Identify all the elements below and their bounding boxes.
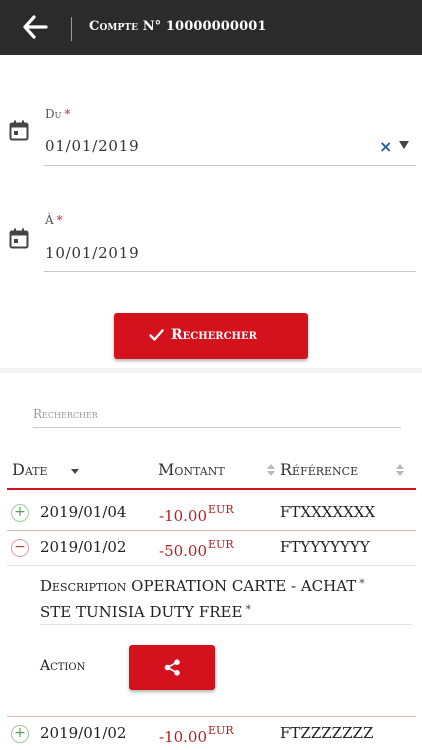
row-detail-description: Description OPERATION CARTE - ACHAT * STE… bbox=[40, 572, 412, 624]
collapse-icon[interactable]: − bbox=[11, 539, 29, 557]
row-reference: FTZZZZZZZ bbox=[280, 724, 374, 742]
row-reference: FTXXXXXXX bbox=[280, 503, 376, 521]
dropdown-caret-icon[interactable] bbox=[399, 141, 409, 149]
amount-currency: EUR bbox=[208, 538, 234, 551]
row-amount: -10.00EUR bbox=[159, 503, 234, 525]
share-icon bbox=[164, 659, 180, 676]
action-label: Action bbox=[40, 658, 86, 674]
back-arrow-icon[interactable] bbox=[22, 14, 48, 40]
from-date-field[interactable]: 01/01/2019 bbox=[45, 137, 139, 155]
row-amount: -10.00EUR bbox=[159, 724, 234, 746]
to-date-label: À * bbox=[45, 213, 63, 227]
column-header-amount[interactable]: Montant bbox=[158, 460, 225, 479]
row-reference: FTYYYYYYY bbox=[280, 538, 370, 556]
description-mark-2: * bbox=[245, 603, 251, 616]
row-amount: -50.00EUR bbox=[159, 538, 234, 560]
row-date: 2019/01/04 bbox=[40, 503, 127, 521]
description-mark: * bbox=[359, 577, 365, 590]
amount-value: -10.00 bbox=[159, 728, 208, 746]
from-label-text: Du bbox=[45, 107, 62, 121]
amount-currency: EUR bbox=[208, 503, 234, 516]
expand-icon[interactable]: + bbox=[11, 504, 29, 522]
to-label-text: À bbox=[45, 213, 54, 227]
table-row[interactable]: + 2019/01/02 -10.00EUR FTZZZZZZZ bbox=[0, 717, 422, 750]
column-header-date[interactable]: Date bbox=[12, 460, 48, 479]
from-date-label: Du * bbox=[45, 107, 70, 121]
top-app-bar: Compte N° 10000000001 bbox=[0, 0, 422, 55]
sort-icon[interactable] bbox=[396, 464, 404, 476]
amount-value: -50.00 bbox=[159, 542, 208, 560]
description-value: OPERATION CARTE - ACHAT bbox=[131, 577, 357, 595]
column-header-reference[interactable]: Référence bbox=[280, 460, 358, 479]
share-button[interactable] bbox=[129, 645, 215, 690]
section-divider bbox=[0, 368, 422, 373]
to-date-underline bbox=[44, 271, 416, 272]
table-row[interactable]: − 2019/01/02 -50.00EUR FTYYYYYYY bbox=[0, 531, 422, 565]
filter-underline bbox=[33, 427, 401, 428]
detail-divider bbox=[40, 624, 412, 625]
search-button[interactable]: Rechercher bbox=[114, 313, 308, 359]
from-date-underline bbox=[44, 165, 416, 166]
row-date: 2019/01/02 bbox=[40, 724, 127, 742]
search-button-label: Rechercher bbox=[171, 327, 257, 343]
calendar-icon[interactable] bbox=[9, 120, 29, 142]
sort-desc-icon[interactable] bbox=[71, 469, 79, 474]
clear-icon[interactable]: × bbox=[379, 138, 392, 156]
calendar-icon[interactable] bbox=[9, 228, 29, 250]
required-mark: * bbox=[64, 107, 71, 121]
table-row[interactable]: + 2019/01/04 -10.00EUR FTXXXXXXX bbox=[0, 490, 422, 530]
amount-value: -10.00 bbox=[159, 507, 208, 525]
header-divider bbox=[71, 17, 72, 41]
results-filter-input[interactable]: Rechercher bbox=[33, 407, 98, 421]
page-title: Compte N° 10000000001 bbox=[89, 19, 267, 34]
row-divider bbox=[7, 565, 416, 566]
required-mark: * bbox=[56, 213, 63, 227]
description-label: Description bbox=[40, 577, 127, 595]
sort-icon[interactable] bbox=[267, 464, 275, 476]
check-icon bbox=[149, 329, 164, 341]
amount-currency: EUR bbox=[208, 724, 234, 737]
description-value-2: STE TUNISIA DUTY FREE bbox=[40, 603, 243, 621]
row-date: 2019/01/02 bbox=[40, 538, 127, 556]
expand-icon[interactable]: + bbox=[11, 725, 29, 743]
to-date-field[interactable]: 10/01/2019 bbox=[45, 244, 139, 262]
